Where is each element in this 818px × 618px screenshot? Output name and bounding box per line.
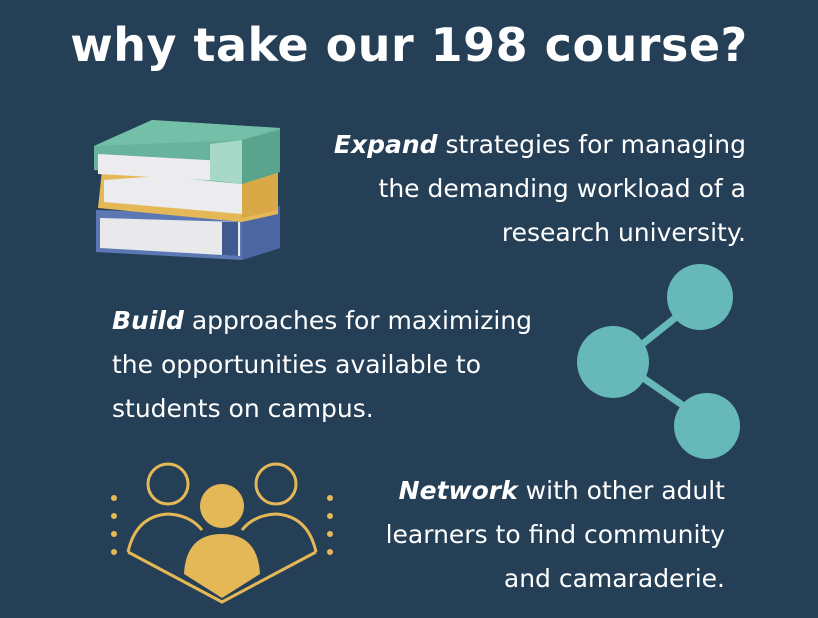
page-title: why take our 198 course?	[70, 18, 748, 72]
line-3: students on campus.	[112, 394, 374, 423]
line-1: approaches for maximizing	[191, 306, 533, 335]
keyword-network: Network	[398, 476, 518, 505]
line-1: with other adult	[525, 476, 725, 505]
keyword-expand: Expand	[333, 130, 438, 159]
line-2: the opportunities available to	[112, 350, 482, 379]
line-3: and camaraderie.	[503, 564, 725, 593]
text-block-expand: Expand strategies for managing the deman…	[296, 123, 746, 255]
line-3: research university.	[501, 218, 746, 247]
line-2: learners to find community	[385, 520, 725, 549]
share-network-icon	[575, 262, 745, 462]
line-2: the demanding workload of a	[378, 174, 746, 203]
line-1: strategies for managing	[445, 130, 746, 159]
keyword-build: Build	[112, 306, 184, 335]
text-block-network: Network with other adult learners to fin…	[330, 469, 725, 601]
text-block-build: Build approaches for maximizing the oppo…	[112, 299, 572, 431]
stack-of-books-icon	[92, 110, 288, 268]
group-of-people-icon	[106, 458, 338, 606]
